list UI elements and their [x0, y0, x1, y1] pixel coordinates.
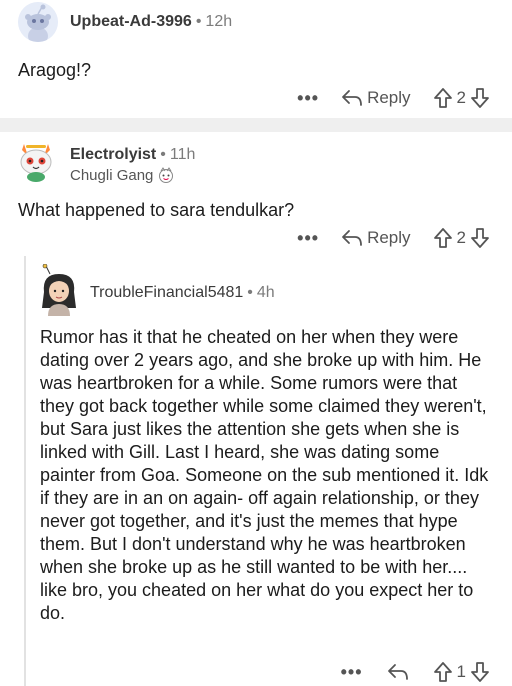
- snoo-avatar-icon: [18, 2, 58, 42]
- reply-arrow-icon: [342, 90, 362, 106]
- reply-button[interactable]: Reply: [341, 88, 411, 108]
- comment-actions: ••• Reply 2: [297, 226, 490, 250]
- downvote-button[interactable]: [470, 87, 490, 109]
- vote-count: 2: [456, 88, 466, 107]
- girl-avatar-icon: [42, 264, 76, 316]
- downvote-button[interactable]: [470, 227, 490, 249]
- upvote-button[interactable]: [433, 227, 453, 249]
- upvote-icon: [433, 88, 452, 108]
- more-options-button[interactable]: •••: [341, 662, 363, 683]
- comment-actions: ••• Reply 2: [297, 86, 490, 110]
- user-avatar[interactable]: [14, 140, 58, 184]
- cat-avatar-icon: [20, 144, 52, 182]
- downvote-icon: [471, 228, 489, 248]
- vote-count: 1: [456, 662, 466, 681]
- flair-label: Chugli Gang: [70, 166, 154, 184]
- upvote-button[interactable]: [433, 87, 453, 109]
- timestamp: 11h: [169, 146, 196, 163]
- comment-divider: [0, 118, 512, 132]
- flair-emoji-icon: [159, 167, 174, 183]
- downvote-icon: [471, 88, 489, 108]
- reply-label: Reply: [367, 228, 411, 247]
- comment-meta: TroubleFinancial5481 • 4h: [90, 284, 275, 302]
- separator-dot: •: [160, 146, 166, 163]
- comment-3: TroubleFinancial5481 • 4h Rumor has it tha…: [0, 260, 512, 686]
- upvote-icon: [433, 662, 452, 682]
- comment-1: Upbeat-Ad-3996 • 12h Aragog!? ••• Reply 2: [0, 0, 512, 120]
- username[interactable]: TroubleFinancial5481: [90, 284, 243, 301]
- timestamp: 12h: [205, 13, 233, 30]
- user-flair: Chugli Gang: [70, 166, 175, 184]
- comment-meta: Upbeat-Ad-3996 • 12h: [70, 13, 232, 31]
- reply-arrow-icon: [342, 230, 362, 246]
- downvote-icon: [471, 662, 489, 682]
- reply-arrow-icon: [387, 664, 408, 680]
- comment-actions: ••• 1: [341, 660, 490, 684]
- downvote-button[interactable]: [470, 661, 490, 683]
- comment-meta: Electrolyist • 11h: [70, 146, 195, 164]
- separator-dot: •: [195, 13, 202, 30]
- user-avatar[interactable]: [38, 264, 80, 316]
- upvote-icon: [433, 228, 452, 248]
- more-options-button[interactable]: •••: [297, 88, 319, 109]
- comment-body: Aragog!?: [18, 60, 92, 80]
- username[interactable]: Upbeat-Ad-3996: [70, 13, 192, 30]
- user-avatar[interactable]: [18, 2, 58, 42]
- username[interactable]: Electrolyist: [70, 146, 156, 163]
- comment-body: What happened to sara tendulkar?: [18, 200, 295, 220]
- more-options-button[interactable]: •••: [297, 228, 319, 249]
- reply-button[interactable]: Reply: [341, 228, 411, 248]
- reply-label: Reply: [367, 88, 411, 107]
- vote-count: 2: [456, 228, 466, 247]
- timestamp: 4h: [256, 284, 275, 301]
- comment-2: Electrolyist • 11h Chugli Gang What happen…: [0, 132, 512, 262]
- reply-button[interactable]: [387, 662, 409, 682]
- separator-dot: •: [247, 284, 253, 301]
- upvote-button[interactable]: [433, 661, 453, 683]
- comment-body: Rumor has it that he cheated on her when…: [40, 327, 489, 623]
